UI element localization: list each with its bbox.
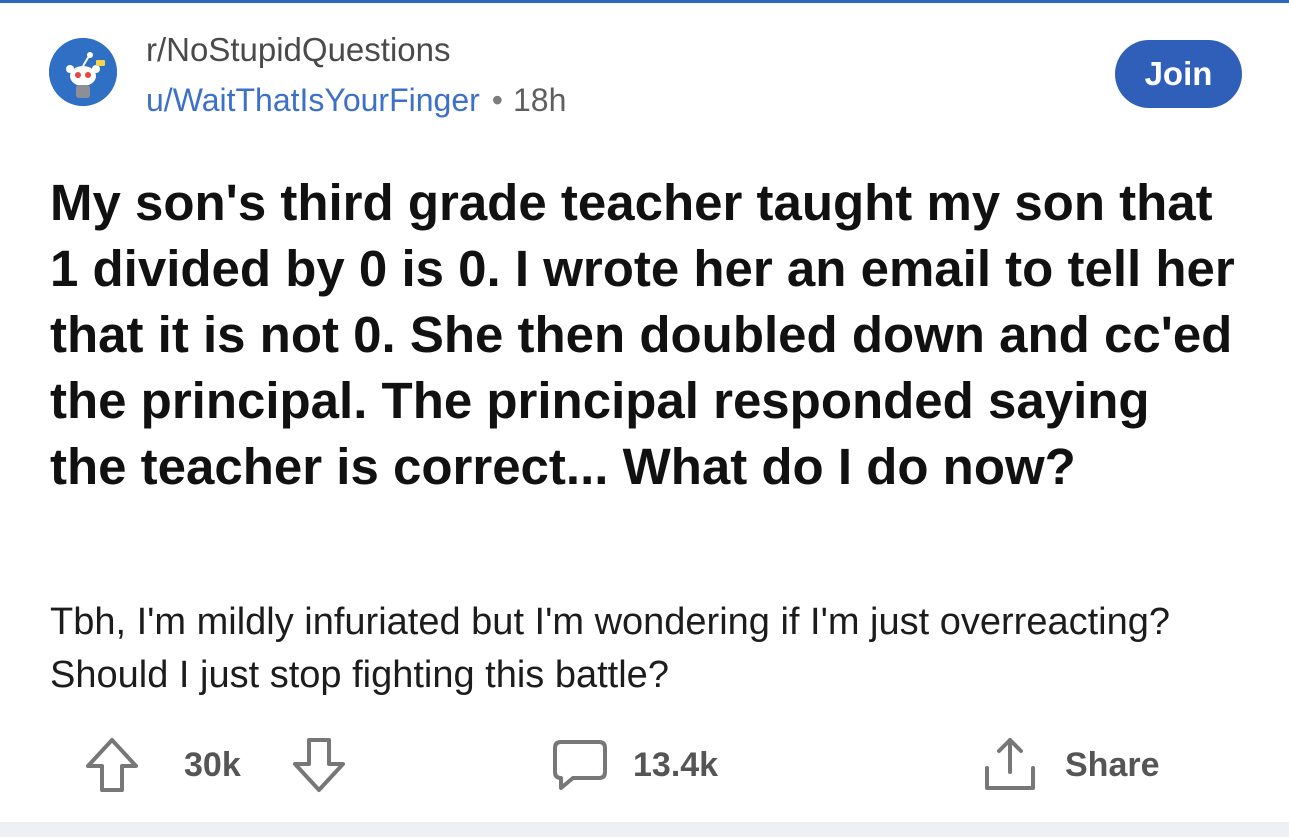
author-username[interactable]: u/WaitThatIsYourFinger (146, 82, 480, 118)
arrow-down-outline-icon (293, 738, 345, 792)
subreddit-avatar[interactable] (49, 38, 117, 106)
vote-score: 30k (184, 730, 241, 800)
subreddit-name[interactable]: r/NoStupidQuestions (146, 30, 451, 70)
comments-button[interactable]: 13.4k (551, 730, 718, 800)
post-action-bar: 30k 13.4k Share (0, 730, 1289, 800)
snoo-avatar-icon (49, 38, 117, 106)
post-body: Tbh, I'm mildly infuriated but I'm wonde… (50, 601, 1170, 696)
upvote-button[interactable] (84, 730, 140, 800)
share-label: Share (1065, 745, 1160, 784)
share-upload-icon (985, 738, 1035, 790)
join-button[interactable]: Join (1115, 40, 1242, 108)
feed-separator (0, 822, 1289, 837)
share-button[interactable]: Share (979, 730, 1160, 800)
post-meta: u/WaitThatIsYourFinger • 18h (146, 80, 566, 120)
vote-count: 30k (184, 745, 241, 784)
arrow-up-outline-icon (86, 738, 138, 792)
top-divider (0, 0, 1289, 3)
post-age: 18h (512, 82, 567, 118)
post-title[interactable]: My son's third grade teacher taught my s… (50, 170, 1240, 500)
comment-count: 13.4k (633, 745, 719, 784)
post-card: r/NoStupidQuestions u/WaitThatIsYourFing… (0, 0, 1289, 837)
speech-bubble-icon (553, 740, 607, 790)
meta-separator: • (491, 82, 503, 118)
downvote-button[interactable] (291, 730, 347, 800)
